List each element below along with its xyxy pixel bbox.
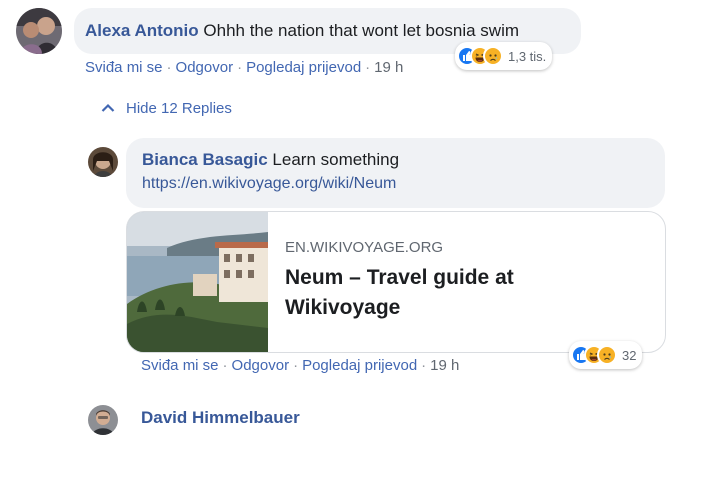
hide-replies-label: Hide 12 Replies	[126, 99, 232, 117]
like-button[interactable]: Sviđa mi se	[141, 357, 219, 374]
reply-author[interactable]: Bianca Basagic	[142, 150, 268, 169]
preview-domain: EN.WIKIVOYAGE.ORG	[285, 239, 444, 256]
reply-actions: Sviđa mi se · Odgovor · Pogledaj prijevod · 19…	[141, 357, 459, 374]
timestamp[interactable]: 19 h	[374, 59, 403, 76]
separator: ·	[222, 357, 228, 374]
shared-link[interactable]: https://en.wikivoyage.org/wiki/Neum	[142, 175, 396, 193]
like-button[interactable]: Sviđa mi se	[85, 59, 163, 76]
reaction-count: 32	[622, 347, 637, 363]
separator: ·	[166, 59, 172, 76]
profile-photo	[88, 147, 118, 177]
preview-image	[127, 212, 268, 352]
see-translation-link[interactable]: Pogledaj prijevod	[302, 357, 417, 374]
comment-actions: Sviđa mi se · Odgovor · Pogledaj prijevod · 19…	[85, 59, 403, 76]
reaction-summary[interactable]: 32	[569, 341, 643, 369]
profile-photo	[16, 8, 62, 54]
timestamp[interactable]: 19 h	[430, 357, 459, 374]
separator: ·	[421, 357, 427, 374]
sad-icon	[483, 46, 503, 66]
reaction-count: 1,3 tis.	[508, 48, 547, 64]
see-translation-link[interactable]: Pogledaj prijevod	[246, 59, 361, 76]
separator: ·	[365, 59, 371, 76]
avatar[interactable]	[16, 8, 62, 54]
sad-icon	[597, 345, 617, 365]
link-preview-card[interactable]: EN.WIKIVOYAGE.ORG Neum – Travel guide at…	[126, 211, 666, 353]
reply-bubble: Bianca Basagic Learn something https://e…	[126, 138, 665, 208]
reaction-summary[interactable]: 1,3 tis.	[455, 42, 553, 70]
reply-text: Learn something	[272, 150, 400, 169]
preview-title[interactable]: Neum – Travel guide at Wikivoyage	[285, 263, 585, 323]
comment-text: Ohhh the nation that wont let bosnia swi…	[203, 21, 520, 40]
reply-author[interactable]: David Himmelbauer	[141, 408, 300, 428]
avatar[interactable]	[88, 405, 118, 435]
separator: ·	[237, 59, 243, 76]
comment-author[interactable]: Alexa Antonio	[85, 21, 199, 40]
profile-photo	[88, 405, 118, 435]
reply-button[interactable]: Odgovor	[176, 59, 234, 76]
hide-replies-toggle[interactable]: Hide 12 Replies	[101, 98, 232, 118]
reply-button[interactable]: Odgovor	[232, 357, 290, 374]
separator: ·	[293, 357, 299, 374]
chevron-up-icon	[101, 103, 115, 112]
avatar[interactable]	[88, 147, 118, 177]
